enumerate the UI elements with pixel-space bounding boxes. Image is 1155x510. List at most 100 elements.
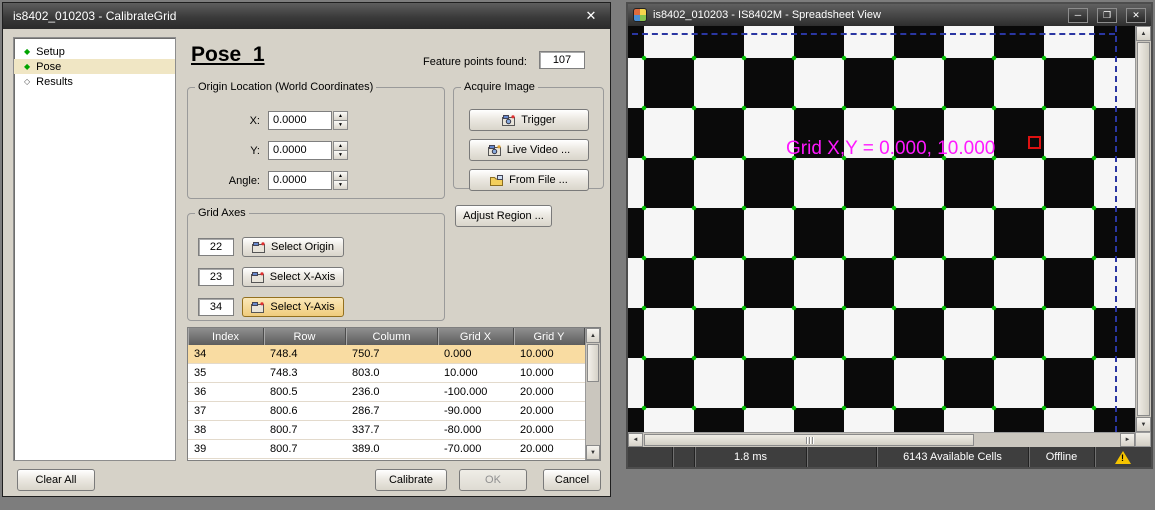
feature-points-label: Feature points found: xyxy=(423,56,527,68)
sidebar-item-label: Results xyxy=(36,76,73,88)
clear-all-button[interactable]: Clear All xyxy=(17,469,95,491)
table-row[interactable]: 36 800.5 236.0 -100.000 20.000 xyxy=(188,383,585,402)
cancel-button[interactable]: Cancel xyxy=(543,469,601,491)
x-axis-index-field[interactable]: 23 xyxy=(198,268,234,286)
app-icon xyxy=(633,8,647,22)
cell-grid-x: -100.000 xyxy=(438,383,514,401)
spreadsheet-view-window: is8402_010203 - IS8402M - Spreadsheet Vi… xyxy=(626,2,1153,469)
y-axis-index-field[interactable]: 34 xyxy=(198,298,234,316)
region-boundary-top xyxy=(632,33,1115,35)
table-scrollbar[interactable]: ▲ ▼ xyxy=(585,328,600,460)
close-icon[interactable]: ✕ xyxy=(1126,8,1146,23)
cell-index: 39 xyxy=(188,440,264,458)
ok-button[interactable]: OK xyxy=(459,469,527,491)
cell-index: 34 xyxy=(188,345,264,363)
column-header-index: Index xyxy=(188,328,264,345)
cell-grid-y: 10.000 xyxy=(514,364,585,382)
scroll-down-icon[interactable]: ▼ xyxy=(1136,417,1151,432)
sidebar-item-results[interactable]: ◇ Results xyxy=(14,74,175,89)
spreadsheet-titlebar[interactable]: is8402_010203 - IS8402M - Spreadsheet Vi… xyxy=(628,4,1151,26)
cell-grid-x: -80.000 xyxy=(438,421,514,439)
image-horizontal-scrollbar[interactable]: ◄ ► xyxy=(628,432,1135,447)
column-header-grid-y: Grid Y xyxy=(514,328,585,345)
adjust-region-button[interactable]: Adjust Region ... xyxy=(455,205,552,227)
table-row[interactable]: 39 800.7 389.0 -70.000 20.000 xyxy=(188,440,585,459)
table-row[interactable]: 35 748.3 803.0 10.000 10.000 xyxy=(188,364,585,383)
calibrate-button[interactable]: Calibrate xyxy=(375,469,447,491)
spin-up-icon[interactable]: ▲ xyxy=(333,141,348,151)
spin-up-icon[interactable]: ▲ xyxy=(333,171,348,181)
trigger-button[interactable]: Trigger xyxy=(469,109,589,131)
from-file-button[interactable]: From File ... xyxy=(469,169,589,191)
origin-point-marker xyxy=(1028,136,1041,149)
live-video-button[interactable]: Live Video ... xyxy=(469,139,589,161)
status-spacer xyxy=(672,447,694,467)
cell-row: 748.3 xyxy=(264,364,346,382)
spin-down-icon[interactable]: ▼ xyxy=(333,121,348,130)
image-vertical-scrollbar[interactable]: ▲ ▼ xyxy=(1135,26,1151,432)
from-file-folder-icon xyxy=(490,175,503,186)
warning-icon: ! xyxy=(1115,451,1131,464)
cell-column: 803.0 xyxy=(346,364,438,382)
scrollbar-thumb[interactable] xyxy=(1137,42,1150,416)
cell-row: 800.7 xyxy=(264,421,346,439)
maximize-icon[interactable]: ❐ xyxy=(1097,8,1117,23)
thumb-grip xyxy=(812,437,813,444)
origin-index-field[interactable]: 22 xyxy=(198,238,234,256)
spin-down-icon[interactable]: ▼ xyxy=(333,181,348,190)
origin-x-row: X: 0.0000 ▲ ▼ xyxy=(202,111,348,130)
warning-exclamation: ! xyxy=(1121,453,1124,463)
calibration-image-canvas[interactable]: Grid X,Y = 0.000, 10.000 xyxy=(628,26,1135,432)
spin-up-icon[interactable]: ▲ xyxy=(333,111,348,121)
feature-points-table: Index Row Column Grid X Grid Y 34 748.4 … xyxy=(187,327,601,461)
scrollbar-thumb[interactable] xyxy=(587,344,599,382)
calibrate-button-label: Calibrate xyxy=(389,474,433,486)
cell-index: 36 xyxy=(188,383,264,401)
scrollbar-track[interactable] xyxy=(586,383,600,445)
table-row[interactable]: 34 748.4 750.7 0.000 10.000 xyxy=(188,345,585,364)
scroll-up-icon[interactable]: ▲ xyxy=(1136,26,1151,41)
x-axis-row: 23 Select X-Axis xyxy=(198,267,344,287)
scrollbar-thumb[interactable] xyxy=(644,434,974,446)
warning-indicator[interactable]: ! xyxy=(1094,447,1151,467)
connection-status: Offline xyxy=(1028,447,1094,467)
y-field[interactable]: 0.0000 xyxy=(268,141,332,160)
scroll-down-icon[interactable]: ▼ xyxy=(586,445,600,460)
cancel-button-label: Cancel xyxy=(555,474,589,486)
calibrate-grid-window: is8402_010203 - CalibrateGrid ✕ ◆ Setup … xyxy=(2,2,611,497)
sidebar-item-pose[interactable]: ◆ Pose xyxy=(14,59,175,74)
scrollbar-corner xyxy=(1135,432,1151,447)
close-icon[interactable]: ✕ xyxy=(582,8,600,24)
region-boundary-right xyxy=(1115,26,1117,432)
cell-index: 38 xyxy=(188,421,264,439)
sidebar-item-label: Pose xyxy=(36,61,61,73)
scroll-left-icon[interactable]: ◄ xyxy=(628,433,643,447)
select-x-axis-button[interactable]: Select X-Axis xyxy=(242,267,344,287)
sidebar-item-setup[interactable]: ◆ Setup xyxy=(14,44,175,59)
spin-down-icon[interactable]: ▼ xyxy=(333,151,348,160)
results-status-diamond-icon: ◇ xyxy=(24,78,30,86)
from-file-button-label: From File ... xyxy=(509,174,568,186)
table-row[interactable]: 38 800.7 337.7 -80.000 20.000 xyxy=(188,421,585,440)
x-label: X: xyxy=(202,115,268,127)
select-y-axis-button[interactable]: Select Y-Axis xyxy=(242,297,344,317)
table-header-row: Index Row Column Grid X Grid Y xyxy=(188,328,585,345)
cell-grid-x: 0.000 xyxy=(438,345,514,363)
scroll-up-icon[interactable]: ▲ xyxy=(586,328,600,343)
x-field[interactable]: 0.0000 xyxy=(268,111,332,130)
y-stepper: ▲ ▼ xyxy=(333,141,348,160)
cell-grid-x: 10.000 xyxy=(438,364,514,382)
angle-field[interactable]: 0.0000 xyxy=(268,171,332,190)
calibrate-titlebar[interactable]: is8402_010203 - CalibrateGrid ✕ xyxy=(3,3,610,29)
table-row[interactable]: 37 800.6 286.7 -90.000 20.000 xyxy=(188,402,585,421)
cell-column: 236.0 xyxy=(346,383,438,401)
scrollbar-track[interactable] xyxy=(975,433,1120,447)
minimize-icon[interactable]: ─ xyxy=(1068,8,1088,23)
select-x-axis-button-label: Select X-Axis xyxy=(270,271,335,283)
cell-grid-y: 20.000 xyxy=(514,440,585,458)
page-title: Pose 1 xyxy=(191,43,265,67)
scroll-right-icon[interactable]: ► xyxy=(1120,433,1135,447)
step-tree: ◆ Setup ◆ Pose ◇ Results xyxy=(13,37,176,461)
select-origin-button[interactable]: Select Origin xyxy=(242,237,344,257)
select-origin-icon xyxy=(252,242,265,253)
